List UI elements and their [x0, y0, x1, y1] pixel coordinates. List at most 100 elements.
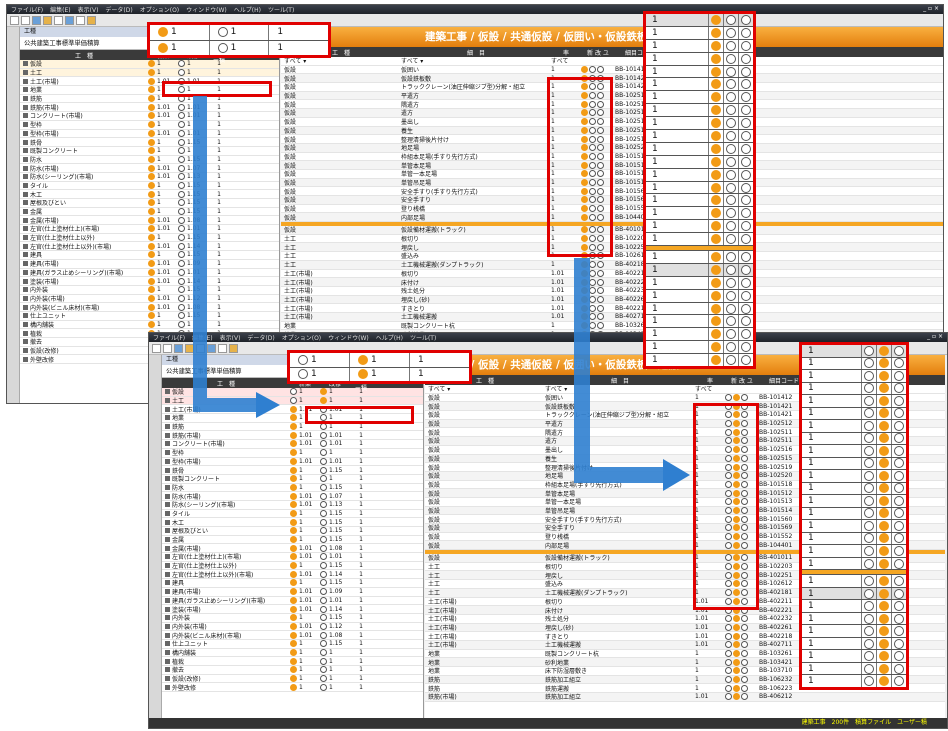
dot-off-icon[interactable]	[726, 355, 736, 366]
dot-on-icon[interactable]	[879, 638, 889, 649]
dot-off-icon[interactable]	[741, 316, 751, 327]
dot-off-icon[interactable]	[741, 329, 751, 340]
dot-on-icon[interactable]	[879, 408, 889, 419]
dot-off-icon[interactable]	[726, 290, 736, 301]
dot-on-icon[interactable]	[879, 433, 889, 444]
dot-on-icon[interactable]	[879, 508, 889, 519]
dot-off-icon[interactable]	[894, 345, 904, 356]
dot-on-icon[interactable]	[879, 495, 889, 506]
dot-on-icon[interactable]	[711, 130, 721, 141]
dot-off-icon[interactable]	[726, 329, 736, 340]
dot-off-icon[interactable]	[741, 40, 751, 51]
dot-on-icon[interactable]	[879, 651, 889, 662]
dot-off-icon[interactable]	[864, 470, 874, 481]
dot-on-icon[interactable]	[711, 329, 721, 340]
dot-off-icon[interactable]	[741, 130, 751, 141]
dot-off-icon[interactable]	[726, 251, 736, 262]
dot-off-icon[interactable]	[894, 508, 904, 519]
dot-off-icon[interactable]	[894, 533, 904, 544]
dot-off-icon[interactable]	[864, 458, 874, 469]
dot-off-icon[interactable]	[894, 588, 904, 599]
dot-off-icon[interactable]	[864, 358, 874, 369]
dot-on-icon[interactable]	[879, 613, 889, 624]
dot-off-icon[interactable]	[864, 508, 874, 519]
dot-off-icon[interactable]	[864, 601, 874, 612]
dot-on-icon[interactable]	[711, 14, 721, 25]
dot-off-icon[interactable]	[894, 483, 904, 494]
dot-on-icon[interactable]	[711, 234, 721, 245]
dot-off-icon[interactable]	[726, 130, 736, 141]
dot-off-icon[interactable]	[726, 156, 736, 167]
dot-off-icon[interactable]	[741, 156, 751, 167]
dot-off-icon[interactable]	[726, 234, 736, 245]
dot-off-icon[interactable]	[726, 53, 736, 64]
dot-on-icon[interactable]	[711, 66, 721, 77]
dot-off-icon[interactable]	[726, 264, 736, 275]
dot-off-icon[interactable]	[864, 663, 874, 674]
dot-on-icon[interactable]	[711, 195, 721, 206]
dot-off-icon[interactable]	[864, 676, 874, 687]
dot-off-icon[interactable]	[741, 208, 751, 219]
dot-off-icon[interactable]	[741, 234, 751, 245]
dot-on-icon[interactable]	[711, 264, 721, 275]
dot-off-icon[interactable]	[894, 663, 904, 674]
dot-off-icon[interactable]	[894, 433, 904, 444]
dot-off-icon[interactable]	[741, 277, 751, 288]
dot-off-icon[interactable]	[894, 651, 904, 662]
dot-off-icon[interactable]	[741, 182, 751, 193]
dot-on-icon[interactable]	[711, 251, 721, 262]
dot-off-icon[interactable]	[741, 143, 751, 154]
dot-off-icon[interactable]	[894, 370, 904, 381]
dot-on-icon[interactable]	[879, 546, 889, 556]
dot-off-icon[interactable]	[894, 601, 904, 612]
dot-off-icon[interactable]	[726, 118, 736, 129]
dot-off-icon[interactable]	[894, 358, 904, 369]
dot-on-icon[interactable]	[879, 626, 889, 637]
dot-on-icon[interactable]	[879, 445, 889, 456]
dot-off-icon[interactable]	[864, 546, 874, 556]
dot-off-icon[interactable]	[726, 14, 736, 25]
dot-on-icon[interactable]	[711, 105, 721, 116]
dot-on-icon[interactable]	[711, 277, 721, 288]
dot-off-icon[interactable]	[894, 420, 904, 431]
dot-off-icon[interactable]	[741, 169, 751, 180]
dot-off-icon[interactable]	[726, 169, 736, 180]
dot-on-icon[interactable]	[879, 395, 889, 406]
dot-off-icon[interactable]	[894, 408, 904, 419]
dot-off-icon[interactable]	[864, 445, 874, 456]
dot-off-icon[interactable]	[741, 118, 751, 129]
dot-off-icon[interactable]	[864, 395, 874, 406]
dot-off-icon[interactable]	[894, 395, 904, 406]
dot-off-icon[interactable]	[894, 470, 904, 481]
dot-on-icon[interactable]	[879, 558, 889, 569]
dot-off-icon[interactable]	[864, 520, 874, 531]
dot-on-icon[interactable]	[711, 355, 721, 366]
dot-on-icon[interactable]	[879, 420, 889, 431]
dot-off-icon[interactable]	[726, 182, 736, 193]
dot-off-icon[interactable]	[894, 520, 904, 531]
dot-on-icon[interactable]	[711, 169, 721, 180]
dot-off-icon[interactable]	[741, 290, 751, 301]
dot-on-icon[interactable]	[879, 358, 889, 369]
dot-off-icon[interactable]	[741, 355, 751, 366]
dot-off-icon[interactable]	[864, 495, 874, 506]
dot-on-icon[interactable]	[879, 588, 889, 599]
dot-off-icon[interactable]	[894, 546, 904, 556]
dot-off-icon[interactable]	[864, 345, 874, 356]
dot-off-icon[interactable]	[726, 316, 736, 327]
dot-off-icon[interactable]	[864, 408, 874, 419]
dot-off-icon[interactable]	[864, 483, 874, 494]
dot-off-icon[interactable]	[726, 79, 736, 90]
dot-on-icon[interactable]	[879, 676, 889, 687]
dot-on-icon[interactable]	[711, 53, 721, 64]
dot-off-icon[interactable]	[864, 588, 874, 599]
dot-on-icon[interactable]	[711, 118, 721, 129]
dot-on-icon[interactable]	[711, 92, 721, 103]
dot-on-icon[interactable]	[879, 601, 889, 612]
dot-off-icon[interactable]	[741, 251, 751, 262]
dot-off-icon[interactable]	[741, 79, 751, 90]
dot-off-icon[interactable]	[864, 383, 874, 394]
dot-off-icon[interactable]	[894, 613, 904, 624]
dot-on-icon[interactable]	[879, 458, 889, 469]
dot-off-icon[interactable]	[864, 626, 874, 637]
